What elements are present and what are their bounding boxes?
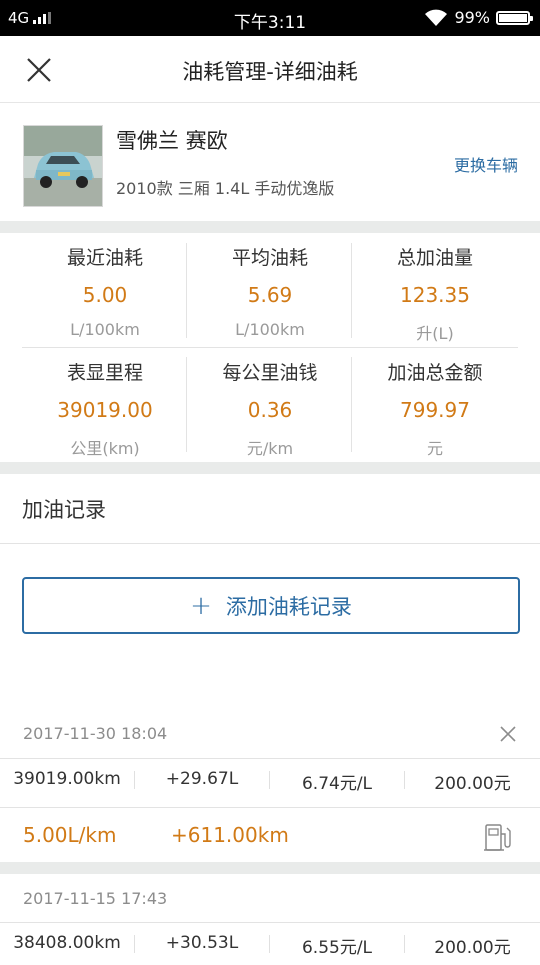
record-distance: +611.00km xyxy=(171,823,289,847)
change-car-link[interactable]: 更换车辆 xyxy=(454,152,518,176)
stat-label: 加油总金额 xyxy=(387,362,483,384)
stat-unit: 升(L) xyxy=(416,324,454,343)
record-price: 6.55元/L xyxy=(301,938,373,958)
add-record-label: 添加油耗记录 xyxy=(225,594,352,619)
stat-unit: 元 xyxy=(426,439,443,458)
car-thumbnail xyxy=(23,125,103,207)
car-name: 雪佛兰 赛欧 xyxy=(116,129,228,153)
car-info: 雪佛兰 赛欧 2010款 三厢 1.4L 手动优逸版 更换车辆 xyxy=(0,103,540,221)
record-datetime: 2017-11-30 18:04 xyxy=(23,724,168,743)
stat-value: 799.97 xyxy=(400,398,470,422)
record-amount: 200.00元 xyxy=(434,938,511,958)
stat-unit: 公里(km) xyxy=(70,439,140,458)
stat-unit: 元/km xyxy=(246,439,294,458)
fuel-pump-icon xyxy=(484,824,511,851)
status-bar: 4G 下午3:11 99% xyxy=(0,0,540,36)
record-odometer: 39019.00km xyxy=(13,769,121,789)
app-header: 油耗管理-详细油耗 xyxy=(0,36,540,103)
record-datetime: 2017-11-15 17:43 xyxy=(23,889,168,908)
car-photo-icon xyxy=(24,126,102,206)
records-title: 加油记录 xyxy=(22,498,106,522)
wifi-icon xyxy=(425,9,448,26)
stat-label: 平均油耗 xyxy=(231,247,308,269)
record-fuel: +30.53L xyxy=(165,933,239,953)
record-price: 6.74元/L xyxy=(301,774,373,794)
plus-icon: + xyxy=(190,590,212,621)
close-icon xyxy=(500,726,516,742)
stat-recent-consumption: 最近油耗 5.00 L/100km xyxy=(22,243,188,339)
section-divider xyxy=(0,862,540,874)
fuel-stats-grid: 最近油耗 5.00 L/100km 平均油耗 5.69 L/100km 总加油量… xyxy=(0,233,540,462)
grid-divider xyxy=(351,357,352,452)
record-fuel: +29.67L xyxy=(165,769,239,789)
divider xyxy=(0,543,540,544)
stat-total-fuel: 总加油量 123.35 升(L) xyxy=(352,243,518,344)
stat-value: 5.69 xyxy=(247,283,293,307)
grid-divider xyxy=(22,347,518,348)
grid-divider xyxy=(186,243,187,338)
stat-value: 0.36 xyxy=(247,398,293,422)
stat-unit: L/100km xyxy=(70,320,140,339)
stat-value: 5.00 xyxy=(82,283,128,307)
stat-label: 每公里油钱 xyxy=(222,362,318,384)
stat-average-consumption: 平均油耗 5.69 L/100km xyxy=(187,243,353,339)
stat-total-amount: 加油总金额 799.97 元 xyxy=(352,358,518,459)
stat-cost-per-km: 每公里油钱 0.36 元/km xyxy=(187,358,353,459)
grid-divider xyxy=(186,357,187,452)
fuel-pump-button[interactable] xyxy=(484,822,512,852)
add-record-button[interactable]: + 添加油耗记录 xyxy=(22,577,520,634)
stat-unit: L/100km xyxy=(235,320,305,339)
record-odometer: 38408.00km xyxy=(13,933,121,953)
battery-icon xyxy=(496,10,533,25)
stat-label: 表显里程 xyxy=(66,362,143,384)
stat-odometer: 表显里程 39019.00 公里(km) xyxy=(22,358,188,459)
page-title: 油耗管理-详细油耗 xyxy=(182,60,358,84)
record-consumption: 5.00L/km xyxy=(23,823,117,847)
record-detail-row: 39019.00km +29.67L 6.74元/L 200.00元 xyxy=(0,759,540,801)
record-amount: 200.00元 xyxy=(434,774,511,794)
grid-divider xyxy=(351,243,352,338)
battery-percent: 99% xyxy=(454,8,490,27)
section-divider xyxy=(0,462,540,474)
stat-value: 123.35 xyxy=(400,283,470,307)
stat-value: 39019.00 xyxy=(57,398,153,422)
section-divider xyxy=(0,221,540,233)
stat-label: 最近油耗 xyxy=(66,247,143,269)
divider xyxy=(0,807,540,808)
delete-record-button[interactable] xyxy=(498,724,518,744)
stat-label: 总加油量 xyxy=(396,247,473,269)
car-model: 2010款 三厢 1.4L 手动优逸版 xyxy=(116,179,335,198)
record-detail-row: 38408.00km +30.53L 6.55元/L 200.00元 xyxy=(0,923,540,965)
